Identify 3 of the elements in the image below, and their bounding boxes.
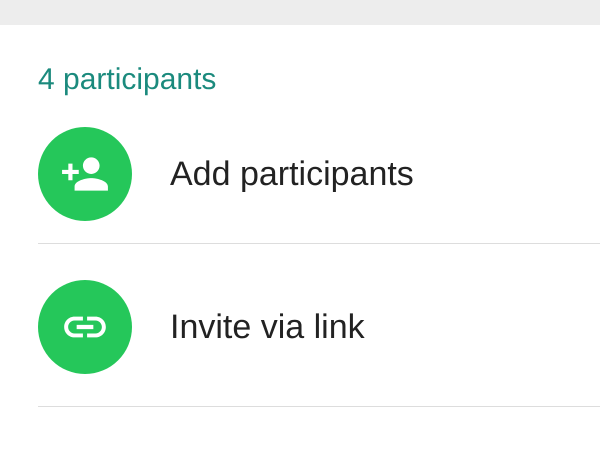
action-label[interactable]: Add participants — [170, 154, 414, 194]
section-title: 4 participants — [38, 62, 218, 98]
action-label[interactable]: Invite via link — [170, 308, 365, 346]
